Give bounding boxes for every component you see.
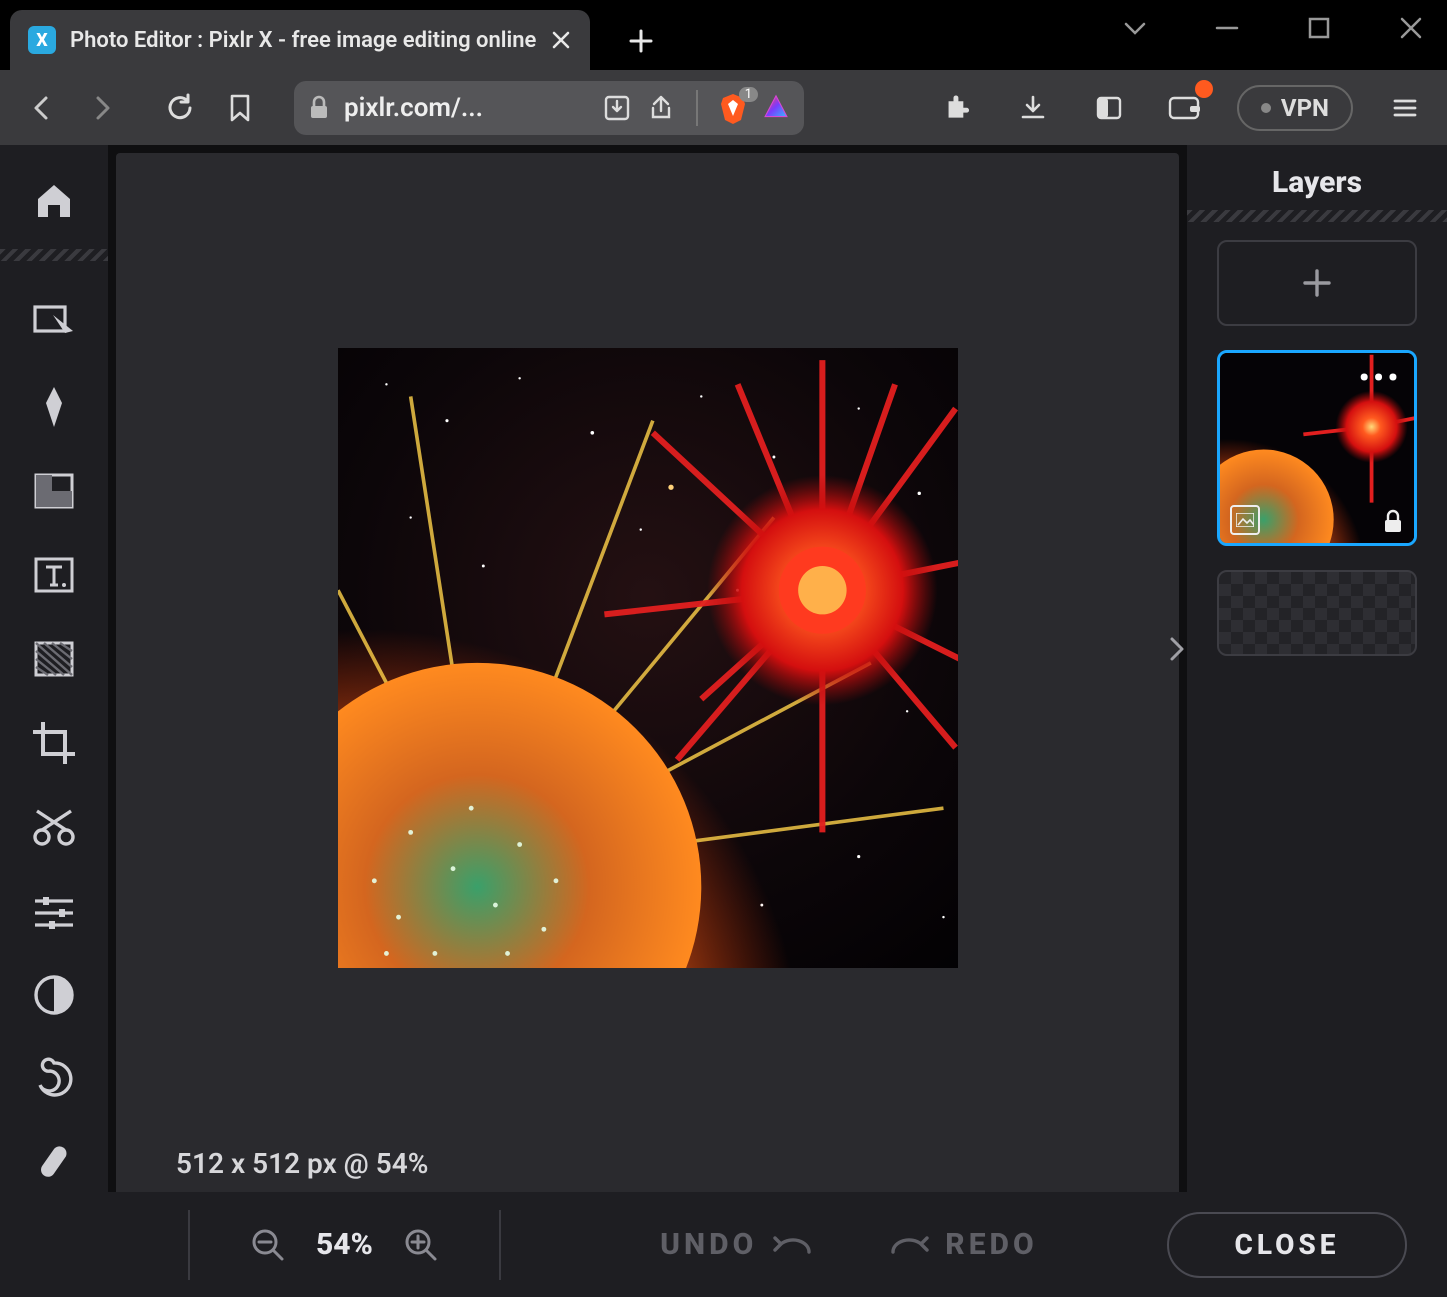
- brave-rewards-icon[interactable]: [762, 94, 790, 122]
- chevron-down-icon[interactable]: [1119, 12, 1151, 44]
- filter-tool[interactable]: [14, 955, 94, 1035]
- brave-badge: 1: [739, 87, 758, 102]
- tab-title: Photo Editor : Pixlr X - free image edit…: [70, 28, 536, 53]
- liquify-tool[interactable]: [14, 1039, 94, 1119]
- minimize-button[interactable]: [1211, 12, 1243, 44]
- lock-icon[interactable]: [1382, 509, 1404, 535]
- bottom-bar: 54% UNDO REDO CLOSE: [108, 1192, 1447, 1297]
- layer-thumbnail-active[interactable]: •••: [1217, 350, 1417, 546]
- forward-button[interactable]: [78, 84, 126, 132]
- image-layer-icon: [1230, 505, 1260, 535]
- reload-button[interactable]: [156, 84, 204, 132]
- vpn-label: VPN: [1281, 94, 1329, 122]
- crop-tool[interactable]: [14, 703, 94, 783]
- wallet-icon[interactable]: [1161, 84, 1209, 132]
- pixlr-favicon: X: [28, 26, 56, 54]
- browser-titlebar: X Photo Editor : Pixlr X - free image ed…: [0, 0, 1447, 70]
- zoom-out-button[interactable]: [250, 1227, 286, 1263]
- arrange-tool[interactable]: [14, 283, 94, 363]
- left-toolbar: [0, 145, 108, 1297]
- maximize-button[interactable]: [1303, 12, 1335, 44]
- separator: [188, 1210, 190, 1280]
- cutout-tool[interactable]: [14, 787, 94, 867]
- back-button[interactable]: [18, 84, 66, 132]
- layers-panel: Layers •••: [1187, 145, 1447, 1192]
- toolbar-right: VPN: [933, 84, 1429, 132]
- text-tool[interactable]: [14, 535, 94, 615]
- extensions-icon[interactable]: [933, 84, 981, 132]
- collapse-panel-button[interactable]: [1167, 635, 1187, 663]
- layout-tool[interactable]: [14, 451, 94, 531]
- zoom-percentage[interactable]: 54%: [316, 1227, 373, 1262]
- share-icon[interactable]: [646, 93, 676, 123]
- new-tab-button[interactable]: [620, 20, 662, 62]
- adjust-tool[interactable]: [14, 871, 94, 951]
- redo-label: REDO: [945, 1227, 1037, 1262]
- fill-tool[interactable]: [14, 619, 94, 699]
- layers-title: Layers: [1272, 165, 1362, 200]
- canvas-status: 512 x 512 px @ 54%: [176, 1147, 428, 1180]
- separator: [499, 1210, 501, 1280]
- close-tab-button[interactable]: [550, 29, 572, 51]
- window-controls: [1119, 12, 1427, 44]
- lock-icon: [308, 95, 330, 121]
- undo-label: UNDO: [660, 1227, 757, 1262]
- zoom-controls: 54%: [250, 1227, 439, 1263]
- toolbar-divider: [696, 90, 698, 126]
- separator-hatch: [1187, 210, 1447, 222]
- ai-tool[interactable]: [14, 367, 94, 447]
- layer-thumbnail-empty[interactable]: [1217, 570, 1417, 656]
- redo-button[interactable]: REDO: [891, 1227, 1037, 1262]
- url-text: pixlr.com/...: [344, 93, 588, 123]
- undo-button[interactable]: UNDO: [660, 1227, 811, 1262]
- bookmark-button[interactable]: [216, 84, 264, 132]
- separator-hatch: [0, 249, 108, 261]
- pixlr-app: 512 x 512 px @ 54% Layers •••: [0, 145, 1447, 1297]
- address-bar[interactable]: pixlr.com/... 1: [294, 81, 804, 135]
- downloads-icon[interactable]: [1009, 84, 1057, 132]
- notification-dot-icon: [1195, 80, 1213, 98]
- add-layer-button[interactable]: [1217, 240, 1417, 326]
- close-label: CLOSE: [1234, 1228, 1339, 1261]
- install-app-icon[interactable]: [602, 93, 632, 123]
- layer-options-icon[interactable]: •••: [1359, 361, 1402, 394]
- canvas-image: [338, 348, 958, 968]
- home-button[interactable]: [14, 159, 94, 239]
- retouch-tool[interactable]: [14, 1123, 94, 1203]
- zoom-in-button[interactable]: [403, 1227, 439, 1263]
- menu-button[interactable]: [1381, 84, 1429, 132]
- close-button[interactable]: CLOSE: [1167, 1212, 1407, 1278]
- browser-toolbar: pixlr.com/... 1 VPN: [0, 70, 1447, 145]
- browser-tab[interactable]: X Photo Editor : Pixlr X - free image ed…: [10, 10, 590, 70]
- canvas-area[interactable]: 512 x 512 px @ 54%: [116, 153, 1179, 1192]
- brave-shields-icon[interactable]: 1: [718, 93, 748, 123]
- sidebar-toggle-icon[interactable]: [1085, 84, 1133, 132]
- close-window-button[interactable]: [1395, 12, 1427, 44]
- vpn-button[interactable]: VPN: [1237, 85, 1353, 131]
- status-dot-icon: [1261, 103, 1271, 113]
